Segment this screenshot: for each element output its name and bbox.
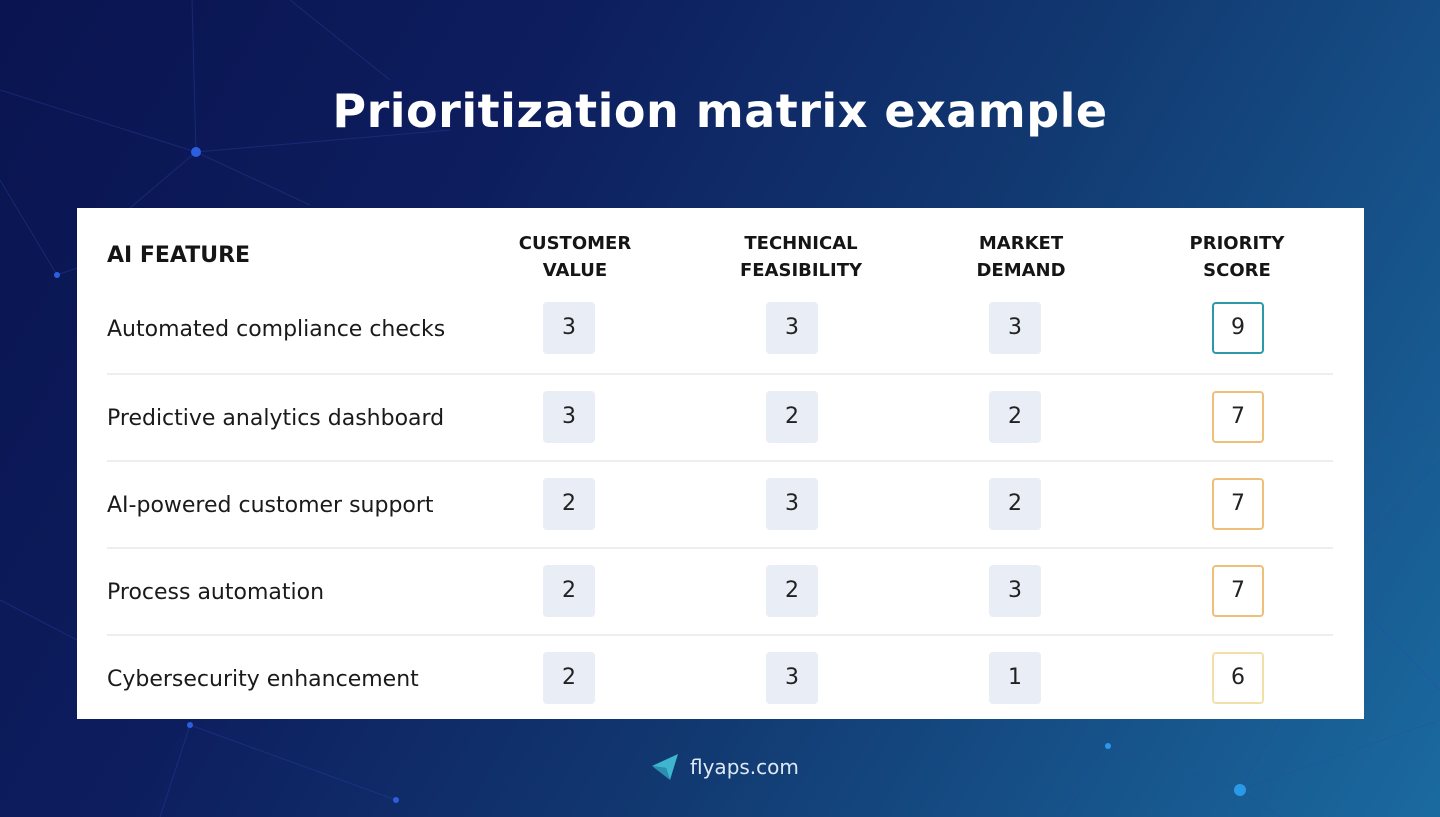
header-line: SCORE xyxy=(1203,260,1271,281)
technical-feasibility-cell: 2 xyxy=(766,565,818,617)
table-row: Cybersecurity enhancement 2 3 1 6 xyxy=(107,634,1333,723)
footer-brand: flyaps.com xyxy=(650,752,799,782)
header-customer-value: CUSTOMER VALUE xyxy=(495,230,655,284)
header-priority-score: PRIORITY SCORE xyxy=(1157,230,1317,284)
technical-feasibility-cell: 2 xyxy=(766,391,818,443)
customer-value-cell: 3 xyxy=(543,302,595,354)
table-row: AI-powered customer support 2 3 2 7 xyxy=(107,460,1333,549)
priority-score-cell: 7 xyxy=(1212,391,1264,443)
page-title: Prioritization matrix example xyxy=(332,84,1108,138)
market-demand-cell: 2 xyxy=(989,391,1041,443)
prioritization-table: AI FEATURE CUSTOMER VALUE TECHNICAL FEAS… xyxy=(77,208,1364,719)
market-demand-cell: 2 xyxy=(989,478,1041,530)
customer-value-cell: 2 xyxy=(543,652,595,704)
feature-name: Process automation xyxy=(107,580,325,605)
brand-link[interactable]: flyaps.com xyxy=(690,755,799,779)
feature-name: Predictive analytics dashboard xyxy=(107,406,445,431)
technical-feasibility-cell: 3 xyxy=(766,652,818,704)
table-row: Predictive analytics dashboard 3 2 2 7 xyxy=(107,373,1333,462)
technical-feasibility-cell: 3 xyxy=(766,302,818,354)
priority-score-cell: 7 xyxy=(1212,478,1264,530)
header-line: MARKET xyxy=(978,233,1064,254)
market-demand-cell: 3 xyxy=(989,565,1041,617)
feature-name: Cybersecurity enhancement xyxy=(107,667,419,692)
paper-plane-icon xyxy=(652,754,678,780)
customer-value-cell: 2 xyxy=(543,478,595,530)
header-line: PRIORITY xyxy=(1189,233,1285,254)
technical-feasibility-cell: 3 xyxy=(766,478,818,530)
header-line: CUSTOMER xyxy=(518,233,632,254)
feature-name: AI-powered customer support xyxy=(107,493,434,518)
customer-value-cell: 3 xyxy=(543,391,595,443)
market-demand-cell: 3 xyxy=(989,302,1041,354)
priority-score-cell: 7 xyxy=(1212,565,1264,617)
priority-score-cell: 6 xyxy=(1212,652,1264,704)
priority-score-cell: 9 xyxy=(1212,302,1264,354)
table-row: Automated compliance checks 3 3 3 9 xyxy=(107,286,1333,373)
header-line: FEASIBILITY xyxy=(739,260,863,281)
table-row: Process automation 2 2 3 7 xyxy=(107,547,1333,636)
header-line: VALUE xyxy=(542,260,608,281)
header-ai-feature: AI FEATURE xyxy=(107,243,251,268)
feature-name: Automated compliance checks xyxy=(107,317,446,342)
header-line: DEMAND xyxy=(976,260,1066,281)
market-demand-cell: 1 xyxy=(989,652,1041,704)
header-market-demand: MARKET DEMAND xyxy=(941,230,1101,284)
header-technical-feasibility: TECHNICAL FEASIBILITY xyxy=(721,230,881,284)
header-line: TECHNICAL xyxy=(744,233,858,254)
customer-value-cell: 2 xyxy=(543,565,595,617)
